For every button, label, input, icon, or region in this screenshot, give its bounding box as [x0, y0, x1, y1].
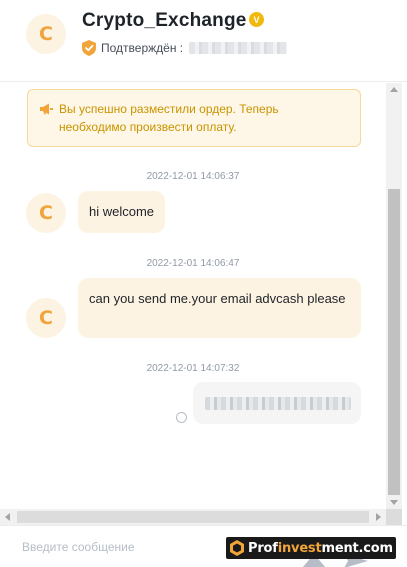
message-bubble: can you send me.your email advcash pleas… [78, 278, 361, 338]
message-timestamp: 2022-12-01 14:06:37 [146, 171, 240, 182]
message-bubble: hi welcome [78, 191, 166, 233]
verified-badge-icon: V [249, 12, 264, 27]
message-timestamp: 2022-12-01 14:07:32 [146, 363, 240, 374]
message-timestamp: 2022-12-01 14:06:47 [146, 258, 240, 269]
hexagon-logo-icon [230, 540, 244, 556]
notice-text: Вы успешно разместили ордер. Теперь необ… [59, 102, 279, 134]
watermark-text-accent: invest [277, 540, 322, 556]
message-avatar: C [26, 193, 66, 233]
scrollbar-corner [386, 509, 402, 525]
scroll-up-arrow-icon[interactable] [390, 87, 398, 92]
scrollbar-thumb[interactable] [17, 511, 369, 523]
watermark-text-suffix: ment.com [321, 540, 394, 556]
chat-messages-area[interactable]: Вы успешно разместили ордер. Теперь необ… [0, 83, 386, 509]
verified-label: Подтверждён : [101, 41, 184, 55]
chat-header: C Crypto_Exchange V Подтверждён : [0, 0, 407, 82]
counterparty-name[interactable]: Crypto_Exchange [82, 10, 247, 32]
own-message-bubble [193, 382, 361, 424]
scroll-left-arrow-icon[interactable] [5, 513, 10, 521]
scroll-right-arrow-icon[interactable] [376, 513, 381, 521]
redacted-real-name [189, 42, 287, 54]
message-avatar: C [26, 298, 66, 338]
shield-check-icon [82, 40, 96, 56]
message-input[interactable] [22, 536, 222, 558]
watermark-text-prefix: Prof [248, 540, 278, 556]
watermark-logo: Profinvestment.com [226, 537, 396, 559]
order-placed-notice: Вы успешно разместили ордер. Теперь необ… [27, 89, 361, 147]
scroll-down-arrow-icon[interactable] [390, 500, 398, 505]
vertical-scrollbar[interactable] [386, 83, 402, 509]
redacted-message-content [205, 397, 351, 410]
horizontal-scrollbar[interactable] [0, 509, 386, 525]
scrollbar-thumb[interactable] [388, 189, 400, 495]
window-edge [402, 83, 407, 525]
counterparty-avatar: C [26, 14, 66, 54]
megaphone-icon [40, 103, 53, 115]
message-status-icon [176, 412, 187, 423]
